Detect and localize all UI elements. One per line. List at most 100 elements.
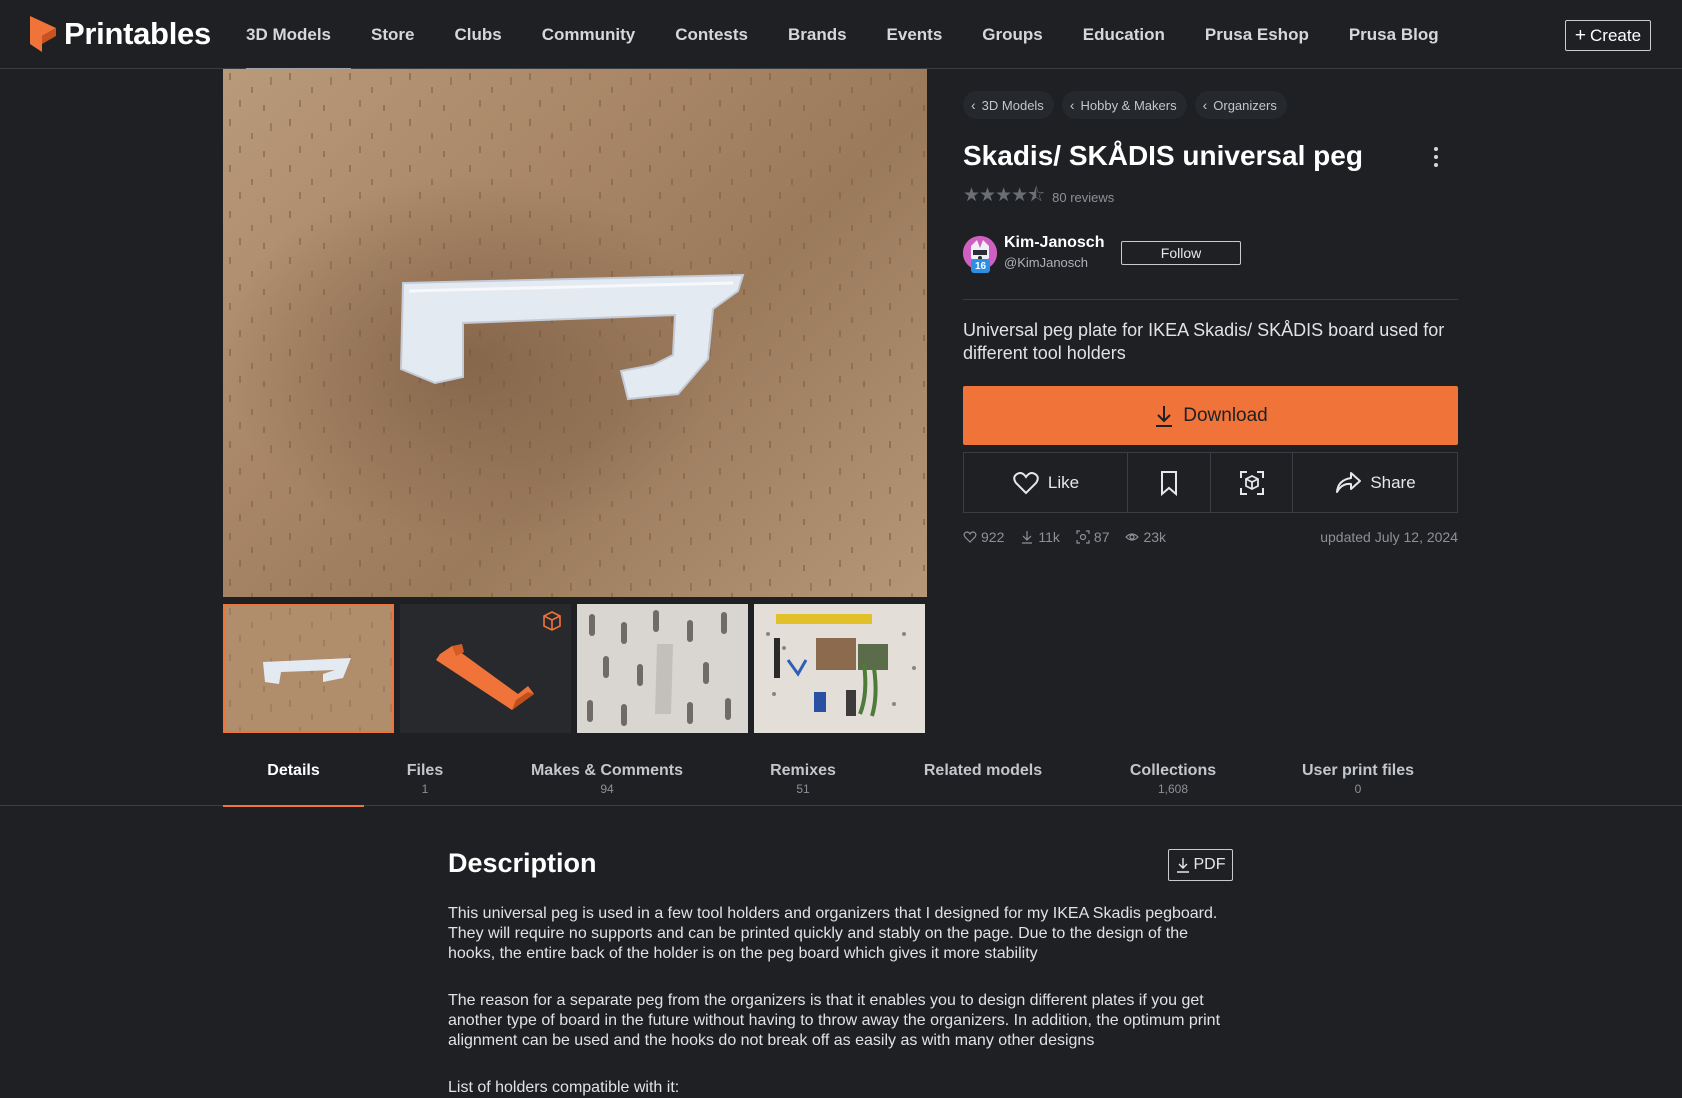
main-nav: 3D Models Store Clubs Community Contests… xyxy=(226,0,1459,70)
description-paragraph-3: List of holders compatible with it: xyxy=(448,1079,680,1096)
nav-prusa-blog[interactable]: Prusa Blog xyxy=(1329,0,1459,69)
star-rating-icon: ★★★★⯪ xyxy=(963,185,1045,206)
share-icon xyxy=(1336,471,1362,493)
nav-3d-models[interactable]: 3D Models xyxy=(226,0,352,70)
tab-count: 0 xyxy=(1354,782,1362,796)
views-stat: 23k xyxy=(1125,529,1166,545)
author-handle: @KimJanosch xyxy=(1004,255,1089,270)
tab-count: 1 xyxy=(421,782,429,796)
updated-date: updated July 12, 2024 xyxy=(1320,529,1458,545)
thumbnail-photo-1[interactable] xyxy=(223,604,394,733)
nav-store[interactable]: Store xyxy=(351,0,434,69)
level-badge: 16 xyxy=(971,259,990,273)
ar-view-button[interactable] xyxy=(1211,453,1293,512)
model-stats: 922 11k 87 23k updated July 12, 2024 xyxy=(963,527,1458,547)
tab-count: 51 xyxy=(796,782,810,796)
breadcrumb-hobby-makers[interactable]: ‹ Hobby & Makers xyxy=(1061,91,1187,119)
tab-files[interactable]: Files 1 xyxy=(364,752,486,806)
tab-collections[interactable]: Collections 1,608 xyxy=(1118,752,1228,806)
nav-education[interactable]: Education xyxy=(1063,0,1185,69)
tab-count: 94 xyxy=(600,782,614,796)
thumbnail-photo-3[interactable] xyxy=(577,604,748,733)
nav-prusa-eshop[interactable]: Prusa Eshop xyxy=(1185,0,1329,69)
printables-logo-icon xyxy=(30,16,56,52)
reviews-count: 80 reviews xyxy=(1052,189,1115,205)
nav-groups[interactable]: Groups xyxy=(962,0,1062,69)
makes-count: 87 xyxy=(1093,529,1110,545)
description-title: Description xyxy=(448,848,597,878)
model-tabs: Details Files 1 Makes & Comments 94 Remi… xyxy=(0,752,1682,807)
follow-button[interactable]: Follow xyxy=(1121,241,1241,265)
likes-stat: 922 xyxy=(963,529,1004,545)
breadcrumb: ‹ 3D Models ‹ Hobby & Makers ‹ Organizer… xyxy=(963,91,1287,119)
makes-icon xyxy=(1076,530,1090,544)
pdf-label: PDF xyxy=(1193,856,1226,873)
model-summary: Universal peg plate for IKEA Skadis/ SKÅ… xyxy=(963,320,1445,363)
eye-icon xyxy=(1125,533,1140,541)
brand-name: Printables xyxy=(64,16,211,51)
download-icon xyxy=(1022,531,1033,544)
like-label: Like xyxy=(1047,472,1080,492)
breadcrumb-label: 3D Models xyxy=(981,97,1044,113)
tab-label: Remixes xyxy=(770,762,836,779)
3d-model-icon xyxy=(543,611,561,631)
bookmark-button[interactable] xyxy=(1128,453,1211,512)
description-paragraph-1: This universal peg is used in a few tool… xyxy=(448,905,1218,962)
tab-related-models[interactable]: Related models xyxy=(912,752,1054,806)
description-section: Description PDF This universal peg is us… xyxy=(448,848,1233,1096)
tab-label: Files xyxy=(406,762,444,779)
nav-events[interactable]: Events xyxy=(867,0,963,69)
create-button[interactable]: + Create xyxy=(1565,20,1651,51)
printables-logo[interactable]: Printables xyxy=(28,14,211,54)
chevron-left-icon: ‹ xyxy=(1202,97,1208,113)
tab-makes-comments[interactable]: Makes & Comments 94 xyxy=(518,752,696,806)
nav-clubs[interactable]: Clubs xyxy=(435,0,522,69)
top-navigation: Printables 3D Models Store Clubs Communi… xyxy=(0,0,1682,70)
makes-stat: 87 xyxy=(1076,529,1110,545)
tab-details[interactable]: Details xyxy=(223,752,364,807)
tab-label: User print files xyxy=(1301,762,1415,779)
model-photo xyxy=(223,69,927,597)
heart-icon xyxy=(963,531,977,543)
thumbnail-3d-render[interactable] xyxy=(400,604,571,733)
breadcrumb-3d-models[interactable]: ‹ 3D Models xyxy=(963,91,1054,119)
tab-user-print-files[interactable]: User print files 0 xyxy=(1296,752,1420,806)
chevron-left-icon: ‹ xyxy=(971,97,976,113)
tab-remixes[interactable]: Remixes 51 xyxy=(758,752,848,806)
main-model-image[interactable] xyxy=(223,69,927,597)
tab-label: Related models xyxy=(923,762,1043,779)
like-button[interactable]: Like xyxy=(964,453,1128,512)
bookmark-icon xyxy=(1161,470,1177,496)
downloads-count: 11k xyxy=(1038,529,1060,545)
model-title: Skadis/ SKÅDIS universal peg xyxy=(963,140,1363,171)
thumbnail-3-image xyxy=(577,604,748,733)
download-button[interactable]: Download xyxy=(963,386,1458,445)
plus-icon: + xyxy=(1574,25,1587,46)
thumbnail-4-image xyxy=(754,604,925,733)
thumbnail-photo-4[interactable] xyxy=(754,604,925,733)
share-button[interactable]: Share xyxy=(1293,453,1457,512)
views-count: 23k xyxy=(1143,529,1167,545)
breadcrumb-organizers[interactable]: ‹ Organizers xyxy=(1194,91,1287,119)
description-paragraph-2: The reason for a separate peg from the o… xyxy=(448,992,1221,1049)
likes-count: 922 xyxy=(981,529,1005,545)
more-options-icon[interactable] xyxy=(1428,144,1444,170)
author-name[interactable]: Kim-Janosch xyxy=(1004,234,1104,252)
breadcrumb-label: Organizers xyxy=(1213,97,1277,113)
thumbnail-strip xyxy=(223,604,927,733)
download-icon xyxy=(1156,405,1173,427)
share-label: Share xyxy=(1370,472,1416,492)
breadcrumb-label: Hobby & Makers xyxy=(1080,97,1177,113)
download-label: Download xyxy=(1183,404,1268,426)
chevron-left-icon: ‹ xyxy=(1069,97,1075,113)
tab-label: Collections xyxy=(1129,762,1217,779)
pdf-button[interactable]: PDF xyxy=(1168,849,1233,881)
author-block: 16 Kim-Janosch @KimJanosch Follow xyxy=(963,234,1458,300)
nav-community[interactable]: Community xyxy=(522,0,656,69)
tab-label: Details xyxy=(267,762,320,779)
nav-brands[interactable]: Brands xyxy=(768,0,867,69)
action-bar: Like Share xyxy=(963,452,1458,513)
download-icon xyxy=(1176,858,1189,873)
nav-contests[interactable]: Contests xyxy=(655,0,768,69)
rating[interactable]: ★★★★⯪ 80 reviews xyxy=(963,181,1114,213)
